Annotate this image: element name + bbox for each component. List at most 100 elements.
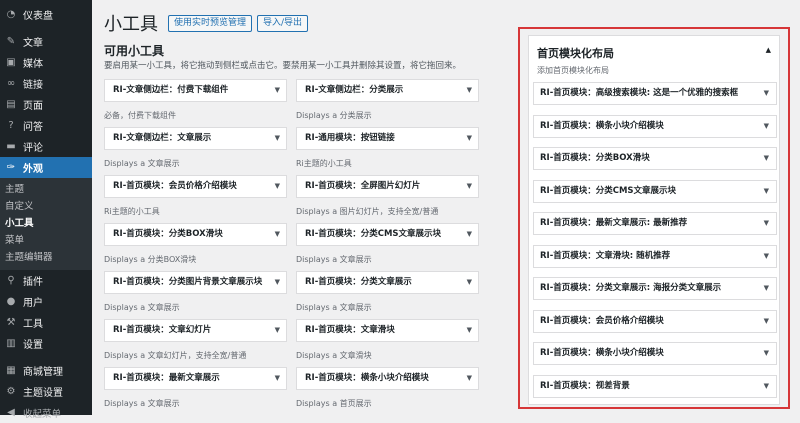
widget-title: RI-通用模块：按钮链接 xyxy=(305,133,395,143)
expand-arrow-icon[interactable]: ▼ xyxy=(467,272,472,293)
menu-item[interactable]: ▣ 媒体 xyxy=(0,52,92,73)
available-widget[interactable]: RI-首页模块：分类CMS文章展示块 ▼ xyxy=(296,223,479,246)
widget-description: Ri主题的小工具 xyxy=(296,159,352,168)
available-widget[interactable]: RI-文章侧边栏：文章展示 ▼ xyxy=(104,127,287,150)
comment-icon: ▬ xyxy=(6,141,16,152)
submenu-item-widgets[interactable]: 小工具 xyxy=(0,215,92,232)
expand-arrow-icon[interactable]: ▼ xyxy=(764,213,769,234)
menu-item[interactable]: ▦ 商城管理 xyxy=(0,360,92,381)
available-widget[interactable]: RI-首页模块：分类文章展示 ▼ xyxy=(296,271,479,294)
expand-arrow-icon[interactable]: ▼ xyxy=(764,311,769,332)
expand-arrow-icon[interactable]: ▼ xyxy=(275,176,280,197)
panel-widget[interactable]: RI-首页模块：文章滑块: 随机推荐 ▼ xyxy=(533,244,777,268)
expand-arrow-icon[interactable]: ▼ xyxy=(764,376,769,397)
widget-title: RI-首页模块：高级搜索模块: 这是一个优雅的搜索框 xyxy=(540,88,739,98)
collapse-panel-icon[interactable]: ▲ xyxy=(766,46,771,54)
widget-description: Displays a 分类BOX滑块 xyxy=(104,255,197,264)
expand-arrow-icon[interactable]: ▼ xyxy=(467,80,472,101)
plugin-icon: ⚲ xyxy=(7,275,15,286)
widget-title: RI-首页模块：分类图片背景文章展示块 xyxy=(113,277,263,287)
submenu-item-themes[interactable]: 主题 xyxy=(0,181,92,198)
widget-title: RI-首页模块：横条小块介绍模块 xyxy=(540,348,664,358)
widget-title: RI-首页模块：文章滑块 xyxy=(305,325,395,335)
available-widget[interactable]: RI-首页模块：横条小块介绍模块 ▼ xyxy=(296,367,479,390)
expand-arrow-icon[interactable]: ▼ xyxy=(467,320,472,341)
pin-icon: ✎ xyxy=(6,36,16,47)
widget-description: Displays a 文章展示 xyxy=(104,303,180,312)
expand-arrow-icon[interactable]: ▼ xyxy=(275,368,280,389)
menu-item[interactable]: ▬ 评论 xyxy=(0,136,92,157)
menu-item[interactable]: ▥ 设置 xyxy=(0,333,92,354)
menu-item[interactable]: ● 用户 xyxy=(0,291,92,312)
wrench-icon: ⚒ xyxy=(6,317,16,328)
menu-dashboard[interactable]: ◔ 仪表盘 xyxy=(0,4,92,25)
expand-arrow-icon[interactable]: ▼ xyxy=(275,128,280,149)
gear-icon: ⚙ xyxy=(6,386,16,397)
menu-item[interactable]: ⚒ 工具 xyxy=(0,312,92,333)
expand-arrow-icon[interactable]: ▼ xyxy=(275,272,280,293)
widget-title: RI-首页模块：文章滑块: 随机推荐 xyxy=(540,250,671,261)
widget-title: RI-首页模块：分类CMS文章展示块 xyxy=(305,229,442,239)
panel-widget[interactable]: RI-首页模块：横条小块介绍模块 ▼ xyxy=(533,114,777,138)
expand-arrow-icon[interactable]: ▼ xyxy=(467,128,472,149)
available-widget[interactable]: RI-首页模块：分类BOX滑块 ▼ xyxy=(104,223,287,246)
available-widget[interactable]: RI-首页模块：会员价格介绍模块 ▼ xyxy=(104,175,287,198)
expand-arrow-icon[interactable]: ▼ xyxy=(467,368,472,389)
menu-item[interactable]: ? 问答 xyxy=(0,115,92,136)
panel-widget[interactable]: RI-首页模块：最新文章展示: 最新推荐 ▼ xyxy=(533,212,777,235)
available-widget[interactable]: RI-首页模块：分类图片背景文章展示块 ▼ xyxy=(104,271,287,294)
menu-item[interactable]: ⚲ 插件 xyxy=(0,270,92,291)
expand-arrow-icon[interactable]: ▼ xyxy=(275,80,280,101)
expand-arrow-icon[interactable]: ▼ xyxy=(764,278,769,299)
homepage-module-panel: 首页模块化布局 ▲ 添加首页模块化布局 RI-首页模块：高级搜索模块: 这是一个… xyxy=(528,35,780,405)
appearance-submenu: 主题 自定义 小工具 菜单 主题编辑器 xyxy=(0,178,92,270)
available-widget[interactable]: RI-首页模块：全屏图片幻灯片 ▼ xyxy=(296,175,479,198)
available-widget[interactable]: RI-首页模块：文章滑块 ▼ xyxy=(296,319,479,342)
menu-item[interactable]: ▤ 页面 xyxy=(0,94,92,115)
menu-item[interactable]: ∞ 链接 xyxy=(0,73,92,94)
expand-arrow-icon[interactable]: ▼ xyxy=(764,116,769,137)
available-widget[interactable]: RI-首页模块：最新文章展示 ▼ xyxy=(104,367,287,390)
menu-item[interactable]: ✎ 文章 xyxy=(0,31,92,52)
widget-description: Displays a 文章幻灯片，支持全宽/普通 xyxy=(104,351,247,360)
submenu-item-theme-editor[interactable]: 主题编辑器 xyxy=(0,249,92,266)
submenu-item-menus[interactable]: 菜单 xyxy=(0,232,92,249)
widget-title: RI-首页模块：视差背景 xyxy=(540,380,630,391)
page-icon: ▤ xyxy=(6,99,16,110)
widget-description: 必备，付费下载组件 xyxy=(104,111,176,120)
collapse-menu-button[interactable]: ◀ 收起菜单 xyxy=(0,402,92,423)
expand-arrow-icon[interactable]: ▼ xyxy=(764,148,769,169)
expand-arrow-icon[interactable]: ▼ xyxy=(275,224,280,245)
expand-arrow-icon[interactable]: ▼ xyxy=(275,320,280,341)
expand-arrow-icon[interactable]: ▼ xyxy=(764,246,769,267)
widget-description: Displays a 图片幻灯片，支持全宽/普通 xyxy=(296,207,439,216)
expand-arrow-icon[interactable]: ▼ xyxy=(467,176,472,197)
expand-arrow-icon[interactable]: ▼ xyxy=(764,181,769,202)
menu-appearance[interactable]: ✑ 外观 xyxy=(0,157,92,178)
menu-label: 页面 xyxy=(23,101,43,112)
expand-arrow-icon[interactable]: ▼ xyxy=(764,83,769,104)
widget-title: RI-首页模块：全屏图片幻灯片 xyxy=(305,181,421,191)
menu-item[interactable]: ⚙ 主题设置 xyxy=(0,381,92,402)
available-widget[interactable]: RI-文章侧边栏：分类展示 ▼ xyxy=(296,79,479,102)
main-content: 小工具 使用实时预览管理 导入/导出 可用小工具 要启用某一小工具，将它拖动到侧… xyxy=(92,0,800,415)
submenu-item-customize[interactable]: 自定义 xyxy=(0,198,92,215)
panel-widget[interactable]: RI-首页模块：视差背景 ▼ xyxy=(533,374,777,398)
widget-title: RI-首页模块：分类文章展示: 海报分类文章展示 xyxy=(540,283,722,293)
highlighted-widget-area: 首页模块化布局 ▲ 添加首页模块化布局 RI-首页模块：高级搜索模块: 这是一个… xyxy=(518,27,790,409)
available-widget[interactable]: RI-通用模块：按钮链接 ▼ xyxy=(296,127,479,150)
import-export-button[interactable]: 导入/导出 xyxy=(257,14,309,32)
widget-description: Displays a 文章展示 xyxy=(104,159,180,168)
panel-widget[interactable]: RI-首页模块：分类文章展示: 海报分类文章展示 ▼ xyxy=(533,277,777,300)
panel-widget[interactable]: RI-首页模块：分类BOX滑块 ▼ xyxy=(533,147,777,170)
expand-arrow-icon[interactable]: ▼ xyxy=(764,343,769,364)
panel-widget[interactable]: RI-首页模块：会员价格介绍模块 ▼ xyxy=(533,309,777,333)
panel-widget[interactable]: RI-首页模块：高级搜索模块: 这是一个优雅的搜索框 ▼ xyxy=(533,82,777,105)
panel-widget[interactable]: RI-首页模块：分类CMS文章展示块 ▼ xyxy=(533,179,777,203)
live-preview-button[interactable]: 使用实时预览管理 xyxy=(168,14,253,32)
available-widget[interactable]: RI-文章侧边栏：付费下载组件 ▼ xyxy=(104,79,287,102)
widget-title: RI-首页模块：最新文章展示: 最新推荐 xyxy=(540,218,688,228)
expand-arrow-icon[interactable]: ▼ xyxy=(467,224,472,245)
panel-widget[interactable]: RI-首页模块：横条小块介绍模块 ▼ xyxy=(533,342,777,365)
available-widget[interactable]: RI-首页模块：文章幻灯片 ▼ xyxy=(104,319,287,342)
